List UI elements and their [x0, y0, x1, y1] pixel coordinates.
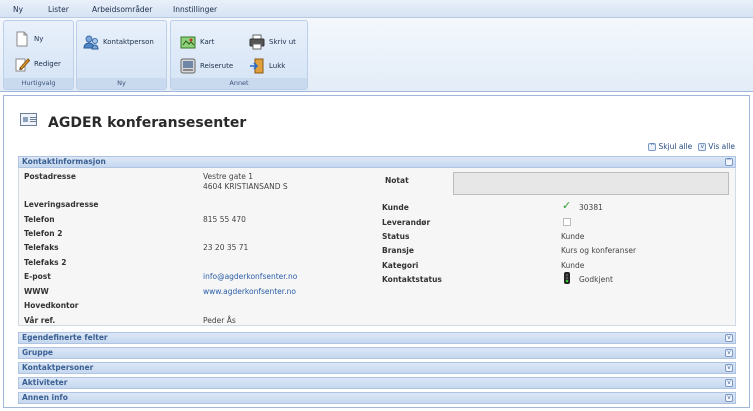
rediger-label: Rediger [34, 60, 61, 68]
edit-icon [14, 56, 31, 72]
section-title: Annen info [22, 393, 68, 402]
kart-button[interactable]: Kart [180, 34, 214, 50]
annet-group-label: Annet [171, 78, 307, 89]
section-header-aktiviteter[interactable]: Aktiviteter v [18, 377, 736, 389]
www-link[interactable]: www.agderkonfsenter.no [203, 287, 296, 296]
telefaks2-label: Telefaks 2 [24, 258, 67, 267]
section-header-egendefinerte-felter[interactable]: Egendefinerte felter v [18, 332, 736, 344]
lukk-button[interactable]: Lukk [249, 58, 285, 74]
map-icon [180, 34, 196, 50]
menu-bar: Ny Lister Arbeidsområder Innstillinger [0, 0, 753, 18]
menu-lister[interactable]: Lister [48, 5, 69, 14]
route-icon [180, 58, 196, 74]
leveringsadresse-label: Leveringsadresse [24, 200, 99, 209]
hovedkontor-label: Hovedkontor [24, 301, 79, 310]
leverandor-checkbox[interactable] [563, 218, 571, 226]
kategori-label: Kategori [382, 261, 419, 270]
bransje-label: Bransje [382, 246, 414, 255]
kunde-label: Kunde [382, 203, 409, 212]
ny-button[interactable]: Ny [14, 31, 43, 47]
skjul-alle-link[interactable]: ^ Skjul alle [648, 142, 692, 151]
contact-person-icon [83, 34, 99, 50]
section-header-kontaktpersoner[interactable]: Kontaktpersoner v [18, 362, 736, 374]
traffic-light-icon [562, 272, 572, 284]
epost-link[interactable]: info@agderkonfsenter.no [203, 272, 297, 281]
bransje-value: Kurs og konferanser [561, 246, 637, 255]
section-title: Egendefinerte felter [22, 333, 108, 342]
epost-label: E-post [24, 272, 51, 281]
section-header-gruppe[interactable]: Gruppe v [18, 347, 736, 359]
new-document-icon [14, 31, 30, 47]
kontaktstatus-value: Godkjent [579, 275, 613, 284]
section-toggles: ^ Skjul alle v Vis alle [648, 142, 735, 151]
telefaks-value: 23 20 35 71 [203, 243, 249, 252]
vis-alle-link[interactable]: v Vis alle [698, 142, 735, 151]
status-value: Kunde [561, 232, 585, 241]
printer-icon [249, 34, 265, 50]
vis-alle-label: Vis alle [708, 142, 735, 151]
section-title: Aktiviteter [22, 378, 68, 387]
www-label: WWW [24, 287, 49, 296]
chevron-down-icon[interactable]: v [725, 379, 733, 387]
ribbon-group-hurtigvalg: Ny Rediger Hurtigvalg [3, 20, 74, 90]
ribbon-group-annet: Kart Reiserute Skriv ut Lukk Annet [170, 20, 308, 90]
kategori-value: Kunde [561, 261, 585, 270]
skriv-ut-button[interactable]: Skriv ut [249, 34, 296, 50]
kart-label: Kart [200, 38, 215, 46]
postadresse-line2: 4604 KRISTIANSAND S [203, 182, 288, 191]
notat-field[interactable] [453, 172, 729, 195]
status-label: Status [382, 232, 410, 241]
chevron-down-icon[interactable]: v [725, 334, 733, 342]
hurtigvalg-group-label: Hurtigvalg [4, 78, 73, 89]
leverandor-label: Leverandør [382, 218, 431, 227]
telefaks-label: Telefaks [24, 243, 59, 252]
kontaktperson-label: Kontaktperson [103, 38, 154, 46]
reiserute-button[interactable]: Reiserute [180, 58, 233, 74]
kontaktperson-button[interactable]: Kontaktperson [83, 34, 154, 50]
ny-group-label: Ny [77, 78, 166, 89]
skjul-alle-label: Skjul alle [658, 142, 693, 151]
kontaktstatus-label: Kontaktstatus [382, 275, 442, 284]
section-title: Kontaktpersoner [22, 363, 94, 372]
chevron-down-icon[interactable]: v [725, 349, 733, 357]
chevron-down-icon[interactable]: v [725, 364, 733, 372]
skriv-ut-label: Skriv ut [269, 38, 296, 46]
notat-label: Notat [385, 176, 409, 185]
collapse-all-icon: ^ [648, 142, 657, 151]
kunde-value: 30381 [579, 203, 603, 212]
section-header-annen-info[interactable]: Annen info v [18, 392, 736, 404]
section-title: Gruppe [22, 348, 54, 357]
section-header-kontaktinformasjon[interactable]: Kontaktinformasjon ^ [18, 156, 736, 168]
postadresse-line1: Vestre gate 1 [203, 172, 253, 181]
postadresse-label: Postadresse [24, 172, 76, 181]
lukk-label: Lukk [269, 62, 286, 70]
ribbon-group-ny: Kontaktperson Ny [76, 20, 167, 90]
chevron-up-icon[interactable]: ^ [725, 158, 733, 166]
page-title: AGDER konferansesenter [48, 115, 247, 131]
checkmark-icon: ✓ [562, 199, 572, 212]
telefon-label: Telefon [24, 215, 55, 224]
chevron-down-icon[interactable]: v [725, 394, 733, 402]
var-ref-value: Peder Ås [203, 316, 236, 325]
expand-all-icon: v [698, 142, 707, 151]
section-title: Kontaktinformasjon [22, 157, 106, 166]
var-ref-label: Vår ref. [24, 316, 56, 325]
exit-door-icon [249, 58, 265, 74]
menu-ny[interactable]: Ny [13, 5, 23, 14]
ribbon: Ny Rediger Hurtigvalg Kontaktperson Ny K… [0, 18, 753, 92]
content-area: AGDER konferansesenter ^ Skjul alle v Vis … [3, 95, 750, 408]
rediger-button[interactable]: Rediger [14, 56, 61, 72]
ny-label: Ny [34, 35, 44, 43]
kontaktinformasjon-panel: Postadresse Vestre gate 1 4604 KRISTIANS… [18, 168, 736, 326]
menu-arbeidsomrader[interactable]: Arbeidsområder [92, 5, 152, 14]
telefon2-label: Telefon 2 [24, 229, 63, 238]
company-card-icon [20, 113, 37, 126]
menu-innstillinger[interactable]: Innstillinger [173, 5, 217, 14]
telefon-value: 815 55 470 [203, 215, 246, 224]
reiserute-label: Reiserute [200, 62, 234, 70]
